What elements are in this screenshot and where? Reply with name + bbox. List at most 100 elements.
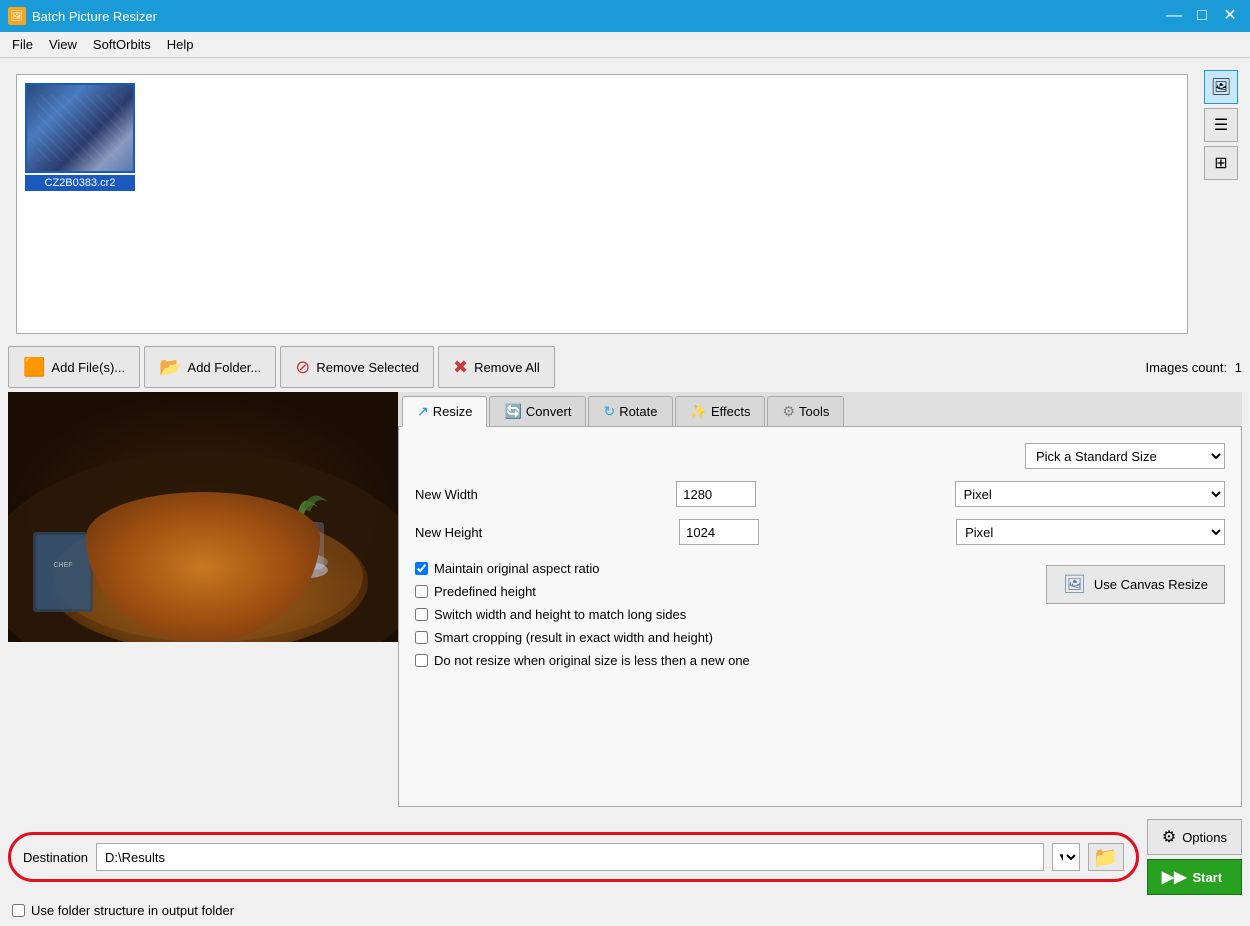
tab-tools-label: Tools	[799, 404, 829, 419]
canvas-resize-label: Use Canvas Resize	[1094, 577, 1208, 592]
remove-selected-label: Remove Selected	[316, 360, 419, 375]
use-folder-label[interactable]: Use folder structure in output folder	[31, 903, 234, 918]
height-input[interactable]	[679, 519, 759, 545]
thumbnail-view-icon: 🖼	[1211, 77, 1231, 97]
new-width-label: New Width	[415, 487, 668, 502]
switch-wh-label[interactable]: Switch width and height to match long si…	[434, 607, 686, 622]
bottom-section: CHEF ↗ Resize 🔄 Convert ↻	[0, 392, 1250, 815]
smart-crop-label[interactable]: Smart cropping (result in exact width an…	[434, 630, 713, 645]
destination-input[interactable]	[96, 843, 1044, 871]
tab-effects[interactable]: ✨ Effects	[675, 396, 766, 426]
smart-crop-checkbox[interactable]	[415, 631, 428, 644]
image-list-inner: CZ2B0383.cr2	[17, 75, 1187, 333]
window-controls: — □ ✕	[1162, 6, 1242, 26]
tools-tab-icon: ⚙	[782, 403, 795, 420]
menu-view[interactable]: View	[41, 32, 85, 57]
menu-help[interactable]: Help	[159, 32, 202, 57]
use-folder-checkbox[interactable]	[12, 904, 25, 917]
add-files-label: Add File(s)...	[51, 360, 125, 375]
destination-label: Destination	[23, 850, 88, 865]
use-folder-row: Use folder structure in output folder	[0, 903, 1250, 926]
preview-image: CHEF	[8, 392, 398, 642]
action-buttons: ⚙ Options ▶▶ Start	[1147, 819, 1242, 895]
maintain-aspect-row: Maintain original aspect ratio	[415, 561, 1026, 576]
list-view-icon: ☰	[1214, 115, 1228, 135]
canvas-resize-button[interactable]: 🖼 Use Canvas Resize	[1046, 565, 1225, 604]
image-list-area: CZ2B0383.cr2	[16, 74, 1188, 334]
add-folder-button[interactable]: 📂 Add Folder...	[144, 346, 276, 388]
add-files-icon: 🟧	[23, 357, 45, 378]
menu-file[interactable]: File	[4, 32, 41, 57]
svg-text:CHEF: CHEF	[53, 562, 72, 569]
browse-icon: 📁	[1093, 845, 1118, 870]
width-input[interactable]	[676, 481, 756, 507]
effects-tab-icon: ✨	[690, 403, 707, 420]
tab-resize-label: Resize	[433, 404, 473, 419]
tab-tools[interactable]: ⚙ Tools	[767, 396, 844, 426]
destination-section: Destination ▼ 📁	[8, 832, 1139, 882]
titlebar-left: 🖼 Batch Picture Resizer	[8, 7, 157, 25]
remove-all-button[interactable]: ✖ Remove All	[438, 346, 555, 388]
add-files-button[interactable]: 🟧 Add File(s)...	[8, 346, 140, 388]
tabs-bar: ↗ Resize 🔄 Convert ↻ Rotate ✨ Effects ⚙	[398, 392, 1242, 427]
tab-content-resize: Pick a Standard Size New Width Pixel Per…	[398, 427, 1242, 807]
maintain-aspect-label[interactable]: Maintain original aspect ratio	[434, 561, 599, 576]
bottom-action-area: Destination ▼ 📁 ⚙ Options ▶▶ Start	[0, 815, 1250, 903]
canvas-resize-icon: 🖼	[1063, 574, 1086, 595]
tab-convert[interactable]: 🔄 Convert	[489, 396, 586, 426]
switch-wh-checkbox[interactable]	[415, 608, 428, 621]
smart-crop-row: Smart cropping (result in exact width an…	[415, 630, 1026, 645]
main-content: CZ2B0383.cr2 🖼 ☰ ⊞ 🟧 Add File(s)... 📂 Ad…	[0, 58, 1250, 926]
add-folder-icon: 📂	[159, 357, 181, 378]
image-thumbnail[interactable]: CZ2B0383.cr2	[25, 83, 135, 191]
destination-dropdown[interactable]: ▼	[1052, 843, 1080, 871]
predefined-height-checkbox[interactable]	[415, 585, 428, 598]
no-resize-checkbox[interactable]	[415, 654, 428, 667]
tab-convert-label: Convert	[526, 404, 572, 419]
images-count-label: Images count:	[1145, 360, 1227, 375]
menu-softorbits[interactable]: SoftOrbits	[85, 32, 159, 57]
app-title: Batch Picture Resizer	[32, 9, 157, 24]
maintain-aspect-checkbox[interactable]	[415, 562, 428, 575]
maximize-button[interactable]: □	[1190, 6, 1214, 26]
preview-panel: CHEF	[8, 392, 398, 807]
titlebar: 🖼 Batch Picture Resizer — □ ✕	[0, 0, 1250, 32]
grid-view-icon: ⊞	[1214, 153, 1227, 173]
options-label: Options	[1182, 830, 1227, 845]
no-resize-label[interactable]: Do not resize when original size is less…	[434, 653, 750, 668]
remove-all-label: Remove All	[474, 360, 540, 375]
switch-wh-row: Switch width and height to match long si…	[415, 607, 1026, 622]
thumbnail-label: CZ2B0383.cr2	[25, 175, 135, 191]
minimize-button[interactable]: —	[1162, 6, 1186, 26]
list-view-button[interactable]: ☰	[1204, 108, 1238, 142]
app-icon: 🖼	[8, 7, 26, 25]
tab-resize[interactable]: ↗ Resize	[402, 396, 487, 427]
options-button[interactable]: ⚙ Options	[1147, 819, 1242, 855]
menubar: File View SoftOrbits Help	[0, 32, 1250, 58]
tab-rotate[interactable]: ↻ Rotate	[588, 396, 672, 426]
predefined-height-label[interactable]: Predefined height	[434, 584, 536, 599]
new-height-label: New Height	[415, 525, 671, 540]
remove-selected-icon: ⊘	[295, 357, 310, 378]
start-button[interactable]: ▶▶ Start	[1147, 859, 1242, 895]
preview-svg: CHEF	[8, 392, 398, 642]
width-unit-select[interactable]: Pixel Percent Inch CM	[955, 481, 1225, 507]
thumbnail-image	[25, 83, 135, 173]
tab-rotate-label: Rotate	[619, 404, 657, 419]
standard-size-select[interactable]: Pick a Standard Size	[1025, 443, 1225, 469]
remove-selected-button[interactable]: ⊘ Remove Selected	[280, 346, 434, 388]
tab-effects-label: Effects	[711, 404, 751, 419]
grid-view-button[interactable]: ⊞	[1204, 146, 1238, 180]
browse-button[interactable]: 📁	[1088, 843, 1124, 871]
thumbnail-view-button[interactable]: 🖼	[1204, 70, 1238, 104]
images-count: Images count: 1	[1145, 360, 1242, 375]
remove-all-icon: ✖	[453, 357, 468, 378]
resize-tab-icon: ↗	[417, 403, 429, 420]
standard-size-row: Pick a Standard Size	[415, 443, 1225, 469]
options-gear-icon: ⚙	[1162, 827, 1176, 847]
predefined-height-row: Predefined height	[415, 584, 1026, 599]
images-count-value: 1	[1235, 360, 1242, 375]
start-label: Start	[1192, 870, 1222, 885]
close-button[interactable]: ✕	[1218, 6, 1242, 26]
height-unit-select[interactable]: Pixel Percent Inch CM	[956, 519, 1225, 545]
